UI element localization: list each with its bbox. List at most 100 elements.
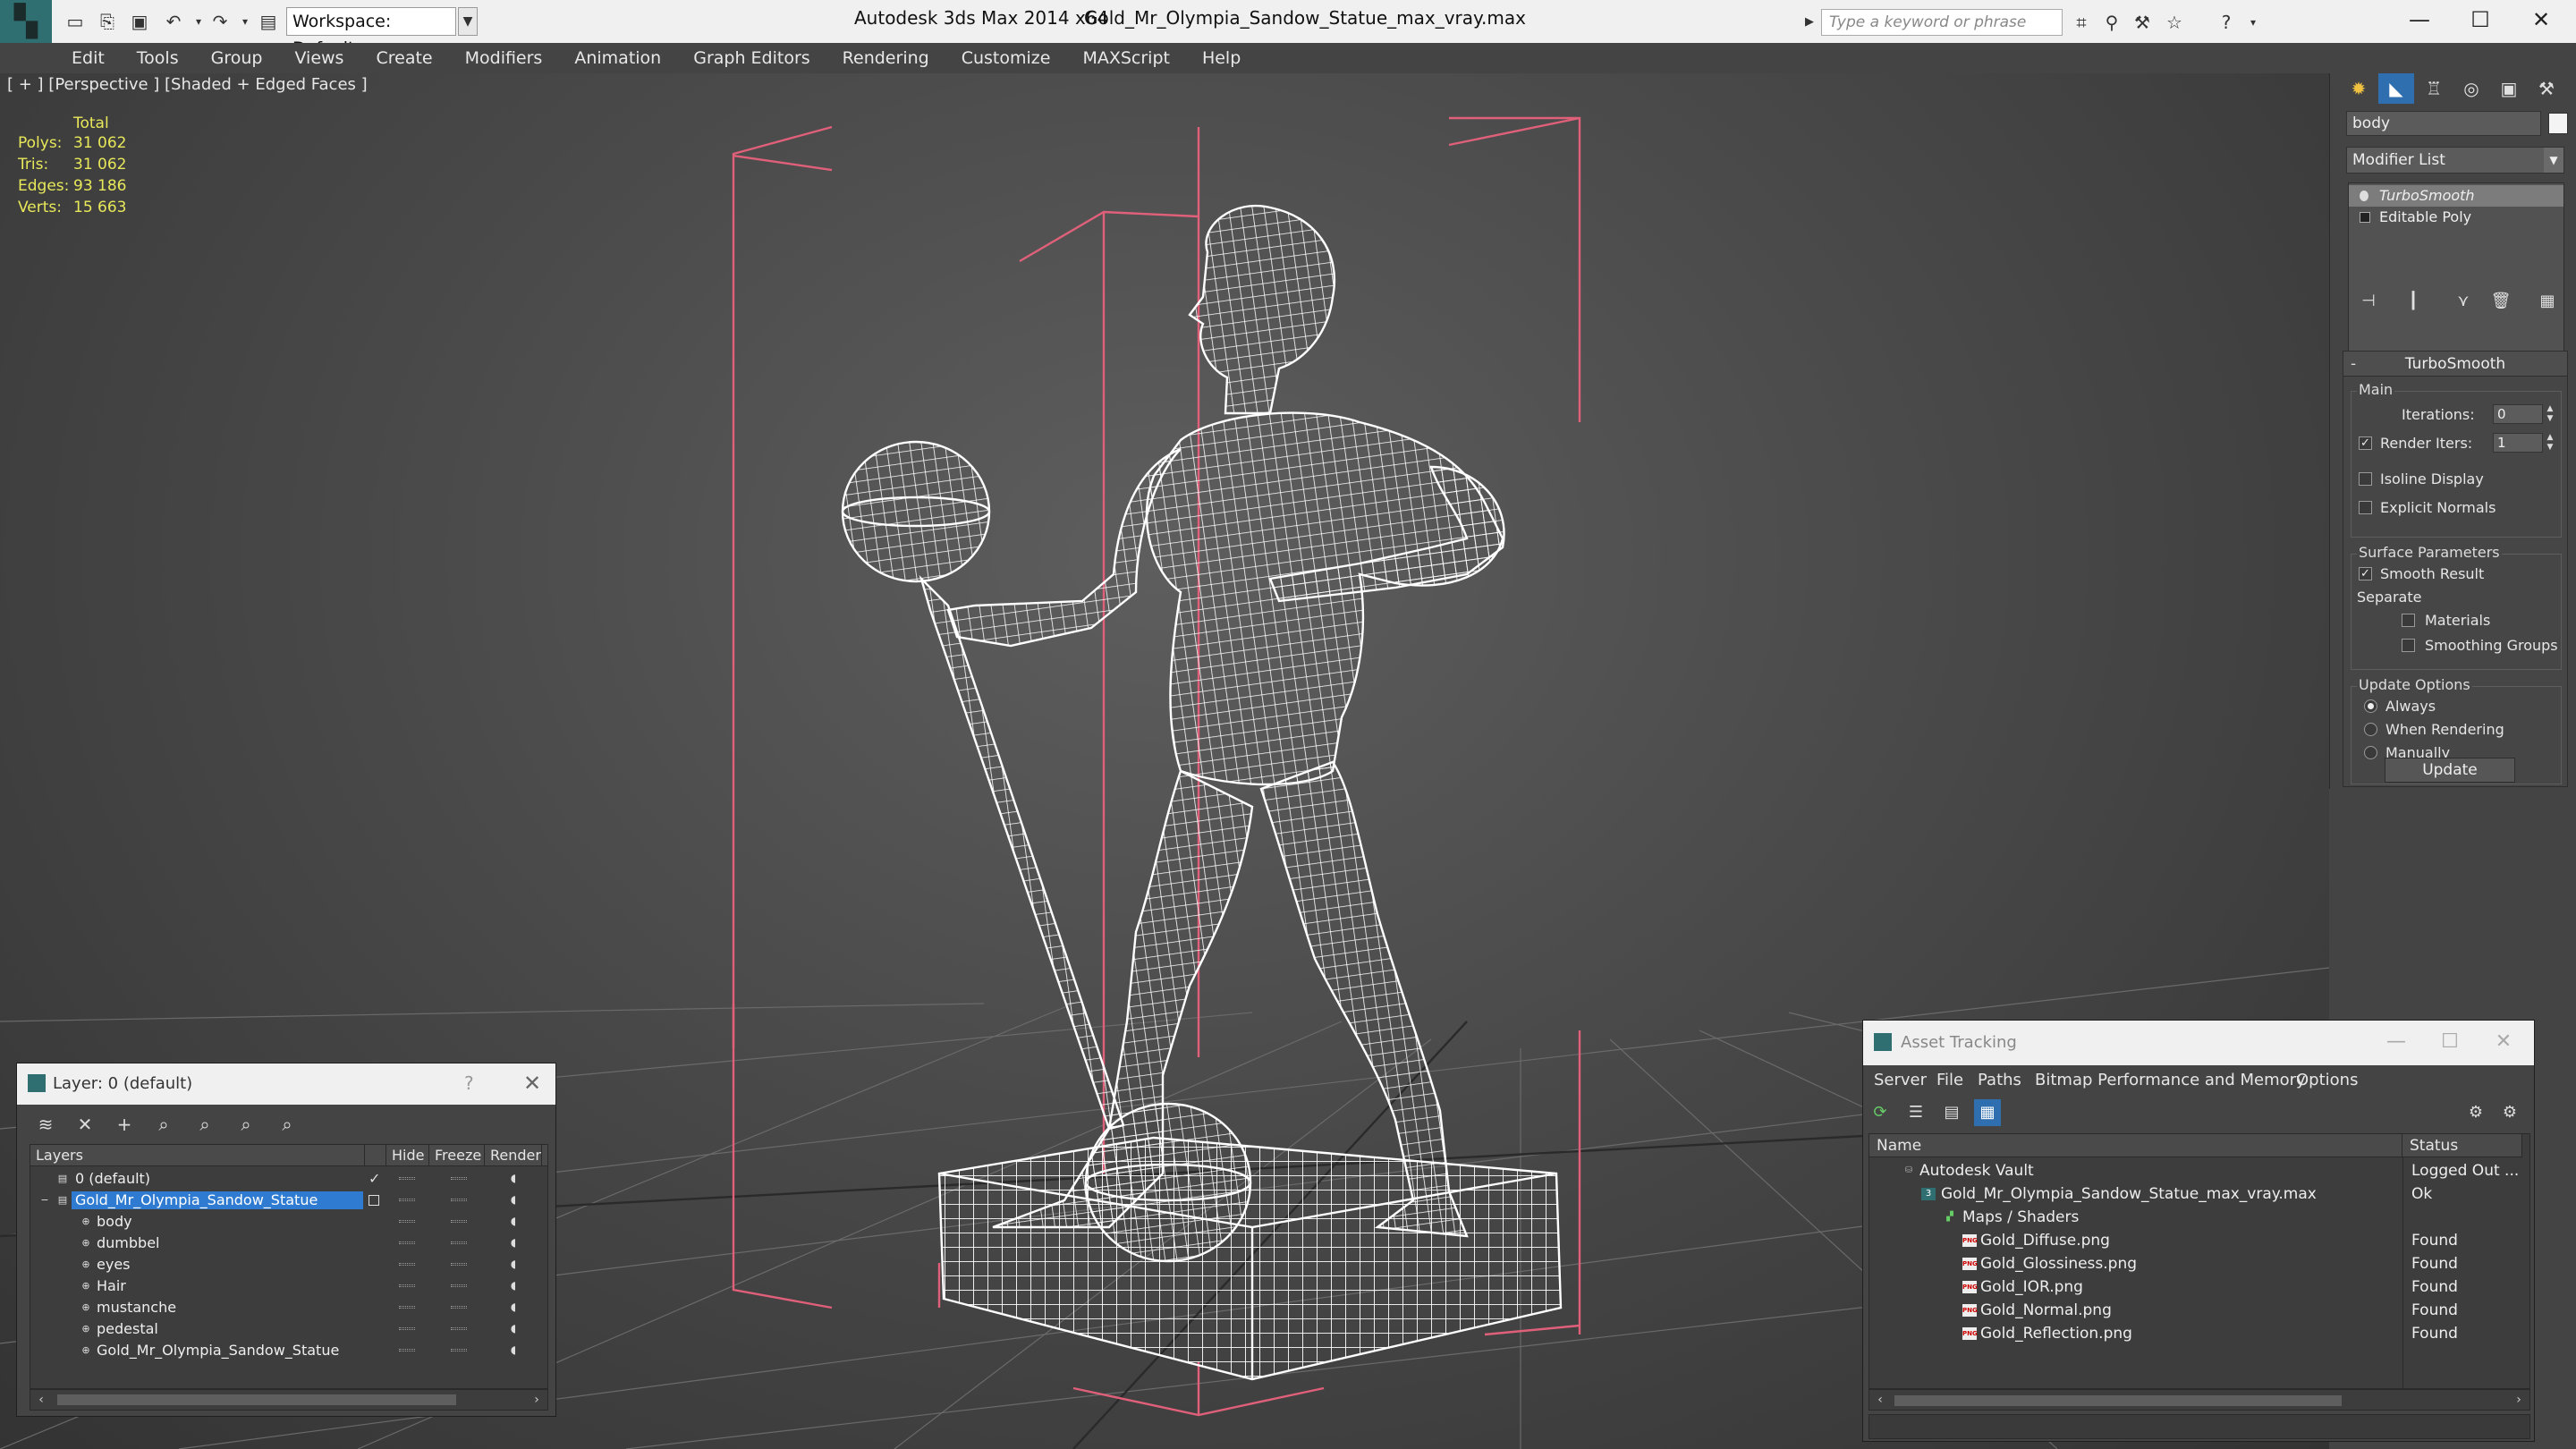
display-tab-icon[interactable]: ▣ xyxy=(2491,73,2527,104)
viewport-label[interactable]: [ + ] [Perspective ] [Shaded + Edged Fac… xyxy=(7,75,368,94)
spinner-arrows-icon[interactable]: ▲ ▼ xyxy=(2545,433,2555,453)
horizontal-scrollbar[interactable]: ‹ › xyxy=(1868,1389,2530,1411)
object-name[interactable]: pedestal xyxy=(93,1320,162,1338)
remove-modifier-icon[interactable]: 🗑 xyxy=(2487,288,2514,315)
configure-modifier-sets-icon[interactable]: ▦ xyxy=(2534,288,2561,315)
menu-animation[interactable]: Animation xyxy=(574,48,661,68)
asset-titlebar[interactable]: Asset Tracking — ☐ ✕ xyxy=(1863,1021,2534,1065)
column-header-layers[interactable]: Layers xyxy=(30,1145,365,1166)
modifier-list-dropdown[interactable]: Modifier List ▼ xyxy=(2346,147,2564,174)
table-view-icon[interactable]: ▤ xyxy=(1938,1099,1965,1126)
delete-layer-icon[interactable]: ✕ xyxy=(69,1110,101,1139)
teapot-render-icon[interactable]: ◖ xyxy=(506,1301,521,1313)
freeze-toggle[interactable] xyxy=(451,1327,467,1330)
always-radio[interactable] xyxy=(2364,699,2377,713)
make-unique-icon[interactable]: ⋎ xyxy=(2450,288,2477,315)
explicit-normals-checkbox[interactable] xyxy=(2359,501,2372,514)
asset-name[interactable]: Maps / Shaders xyxy=(1962,1206,2079,1229)
menu-edit[interactable]: Edit xyxy=(72,48,105,68)
communication-center-icon[interactable]: ⚒ xyxy=(2129,9,2156,36)
menu-modifiers[interactable]: Modifiers xyxy=(465,48,543,68)
create-layer-icon[interactable]: ≋ xyxy=(30,1110,62,1139)
column-header-current[interactable] xyxy=(365,1145,386,1166)
asset-menu-server[interactable]: Server xyxy=(1874,1071,1927,1089)
maximize-icon[interactable]: ☐ xyxy=(2451,0,2510,39)
isoline-display-checkbox[interactable] xyxy=(2359,472,2372,486)
app-logo-button[interactable]: ▚ xyxy=(0,0,52,43)
asset-row[interactable]: PNG Gold_Reflection.png Found xyxy=(1869,1322,2529,1345)
refresh-icon[interactable]: ⟳ xyxy=(1867,1099,1894,1126)
when-rendering-radio[interactable] xyxy=(2364,723,2377,736)
update-button[interactable]: Update xyxy=(2385,758,2515,783)
layer-name[interactable]: 0 (default) xyxy=(72,1170,154,1188)
freeze-toggle[interactable] xyxy=(451,1241,467,1244)
column-header-name[interactable]: Name xyxy=(1869,1134,2402,1157)
asset-menu-options[interactable]: Options xyxy=(2296,1071,2358,1089)
asset-menu-bitmap-performance[interactable]: Bitmap Performance and Memory xyxy=(2035,1071,2306,1089)
asset-row[interactable]: PNG Gold_Diffuse.png Found xyxy=(1869,1229,2529,1252)
stack-item-editable-poly[interactable]: Editable Poly xyxy=(2349,207,2563,228)
asset-name[interactable]: Gold_Mr_Olympia_Sandow_Statue_max_vray.m… xyxy=(1941,1182,2317,1206)
hide-toggle[interactable] xyxy=(399,1327,415,1330)
object-row[interactable]: ⊕ mustanche ◖ xyxy=(30,1297,547,1318)
asset-path-field[interactable] xyxy=(1868,1414,2530,1439)
workspace-dropdown[interactable]: Workspace: Default xyxy=(286,7,456,58)
undo-icon[interactable]: ↶ xyxy=(161,9,186,34)
redo-icon[interactable]: ↷ xyxy=(208,9,233,34)
lightbulb-icon[interactable] xyxy=(2360,191,2368,201)
hide-toggle[interactable] xyxy=(399,1263,415,1266)
column-header-render[interactable]: Render xyxy=(485,1145,542,1166)
freeze-toggle[interactable] xyxy=(451,1349,467,1352)
select-objects-icon[interactable]: ⌕ xyxy=(148,1110,180,1139)
spinner-arrows-icon[interactable]: ▲ ▼ xyxy=(2545,404,2555,424)
scrollbar-thumb[interactable] xyxy=(57,1394,456,1405)
layer-row[interactable]: − ▤ Gold_Mr_Olympia_Sandow_Statue ◖ xyxy=(30,1190,547,1211)
scroll-left-icon[interactable]: ‹ xyxy=(1871,1392,1889,1408)
stack-item-turbosmooth[interactable]: TurboSmooth xyxy=(2349,185,2563,207)
minimize-icon[interactable]: — xyxy=(2390,0,2449,39)
horizontal-scrollbar[interactable]: ‹ › xyxy=(30,1389,548,1411)
freeze-toggle[interactable] xyxy=(451,1177,467,1180)
menu-tools[interactable]: Tools xyxy=(137,48,179,68)
menu-help[interactable]: Help xyxy=(1202,48,1241,68)
asset-row[interactable]: ▞ Maps / Shaders xyxy=(1869,1206,2529,1229)
object-row[interactable]: ⊕ pedestal ◖ xyxy=(30,1318,547,1340)
materials-checkbox[interactable] xyxy=(2402,614,2415,627)
freeze-toggle[interactable] xyxy=(451,1284,467,1287)
project-folder-icon[interactable]: ▤ xyxy=(256,9,281,34)
iterations-spinner[interactable]: 0 xyxy=(2493,404,2543,424)
menu-customize[interactable]: Customize xyxy=(962,48,1051,68)
freeze-toggle[interactable] xyxy=(451,1220,467,1223)
freeze-toggle[interactable] xyxy=(451,1306,467,1309)
minimize-icon[interactable]: — xyxy=(2378,1028,2414,1056)
hide-toggle[interactable] xyxy=(399,1199,415,1201)
asset-name[interactable]: Gold_Glossiness.png xyxy=(1980,1252,2137,1275)
add-to-layer-icon[interactable]: + xyxy=(108,1110,140,1139)
menu-views[interactable]: Views xyxy=(294,48,343,68)
object-color-swatch[interactable] xyxy=(2548,113,2568,134)
play-arrow-icon[interactable]: ▶ xyxy=(1805,9,1821,36)
close-icon[interactable]: ✕ xyxy=(2486,1028,2521,1056)
asset-name[interactable]: Gold_Normal.png xyxy=(1980,1299,2112,1322)
utilities-tab-icon[interactable]: ⚒ xyxy=(2529,73,2564,104)
modify-tab-icon[interactable]: ◣ xyxy=(2378,73,2414,104)
plus-box-icon[interactable] xyxy=(2360,212,2370,223)
chevron-down-icon[interactable]: ▼ xyxy=(458,7,478,36)
menu-maxscript[interactable]: MAXScript xyxy=(1082,48,1170,68)
object-row[interactable]: ⊕ body ◖ xyxy=(30,1211,547,1233)
teapot-render-icon[interactable]: ◖ xyxy=(506,1258,521,1270)
menu-graph-editors[interactable]: Graph Editors xyxy=(693,48,809,68)
layer-name[interactable]: Gold_Mr_Olympia_Sandow_Statue xyxy=(72,1191,363,1209)
hide-toggle[interactable] xyxy=(399,1241,415,1244)
keyword-search-input[interactable]: Type a keyword or phrase xyxy=(1821,9,2063,36)
maximize-icon[interactable]: ☐ xyxy=(2432,1028,2468,1056)
object-name[interactable]: dumbbel xyxy=(93,1234,163,1252)
freeze-all-icon[interactable]: ⌕ xyxy=(271,1110,303,1139)
close-icon[interactable]: ✕ xyxy=(2512,0,2571,39)
open-file-icon[interactable]: ⎘ xyxy=(95,9,120,34)
object-name[interactable]: Hair xyxy=(93,1277,130,1295)
collapse-icon[interactable]: − xyxy=(39,1195,50,1206)
subscription-icon[interactable]: ⚲ xyxy=(2098,9,2125,36)
asset-name[interactable]: Autodesk Vault xyxy=(1919,1159,2034,1182)
object-name-field[interactable]: body xyxy=(2346,111,2541,136)
